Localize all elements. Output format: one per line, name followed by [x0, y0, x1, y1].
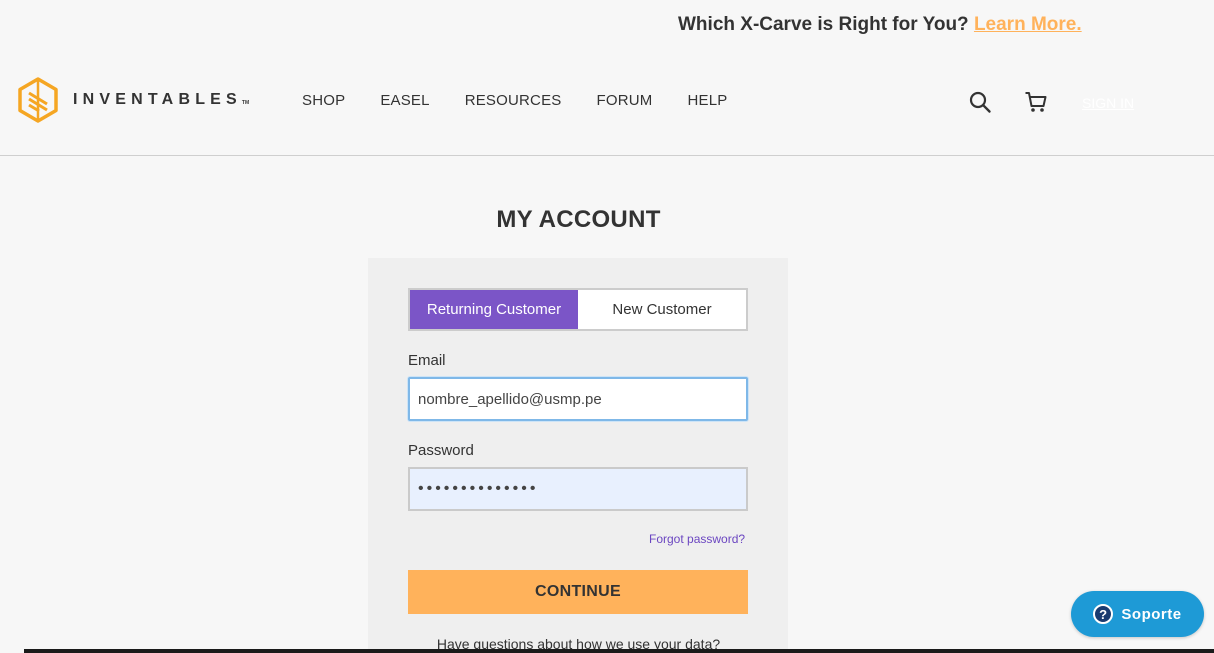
- learn-more-link[interactable]: Learn More.: [974, 14, 1082, 35]
- nav-forum[interactable]: FORUM: [597, 92, 653, 109]
- promo-banner: Which X-Carve is Right for You? Learn Mo…: [678, 14, 1082, 36]
- customer-tabs: Returning Customer New Customer: [408, 288, 748, 331]
- email-label: Email: [408, 352, 446, 369]
- nav-help[interactable]: HELP: [688, 92, 728, 109]
- inventables-logo[interactable]: INVENTABLESTM: [17, 77, 249, 123]
- trademark-mark: TM: [241, 100, 250, 106]
- nav-shop[interactable]: SHOP: [302, 92, 345, 109]
- password-label: Password: [408, 442, 474, 459]
- support-label: Soporte: [1121, 605, 1182, 623]
- bottom-bar: [24, 649, 1214, 653]
- search-icon[interactable]: [968, 90, 992, 119]
- tab-returning-customer[interactable]: Returning Customer: [410, 290, 578, 329]
- logo-mark-icon: [18, 77, 58, 123]
- forgot-password-link[interactable]: Forgot password?: [649, 532, 745, 546]
- nav-easel[interactable]: EASEL: [380, 92, 429, 109]
- sign-in-link[interactable]: SIGN IN: [1082, 95, 1134, 111]
- brand-name: INVENTABLESTM: [73, 91, 250, 108]
- promo-text: Which X-Carve is Right for You?: [678, 14, 969, 35]
- support-button[interactable]: ? Soporte: [1071, 591, 1204, 637]
- page-title: MY ACCOUNT: [496, 206, 661, 233]
- main-nav: SHOP EASEL RESOURCES FORUM HELP: [302, 92, 763, 109]
- continue-button[interactable]: CONTINUE: [408, 570, 748, 614]
- cart-icon[interactable]: [1024, 90, 1048, 119]
- password-field[interactable]: [408, 467, 748, 511]
- email-field[interactable]: [408, 377, 748, 421]
- nav-resources[interactable]: RESOURCES: [465, 92, 562, 109]
- question-icon: ?: [1093, 604, 1114, 624]
- tab-new-customer[interactable]: New Customer: [578, 290, 746, 329]
- header-divider: [0, 155, 1214, 156]
